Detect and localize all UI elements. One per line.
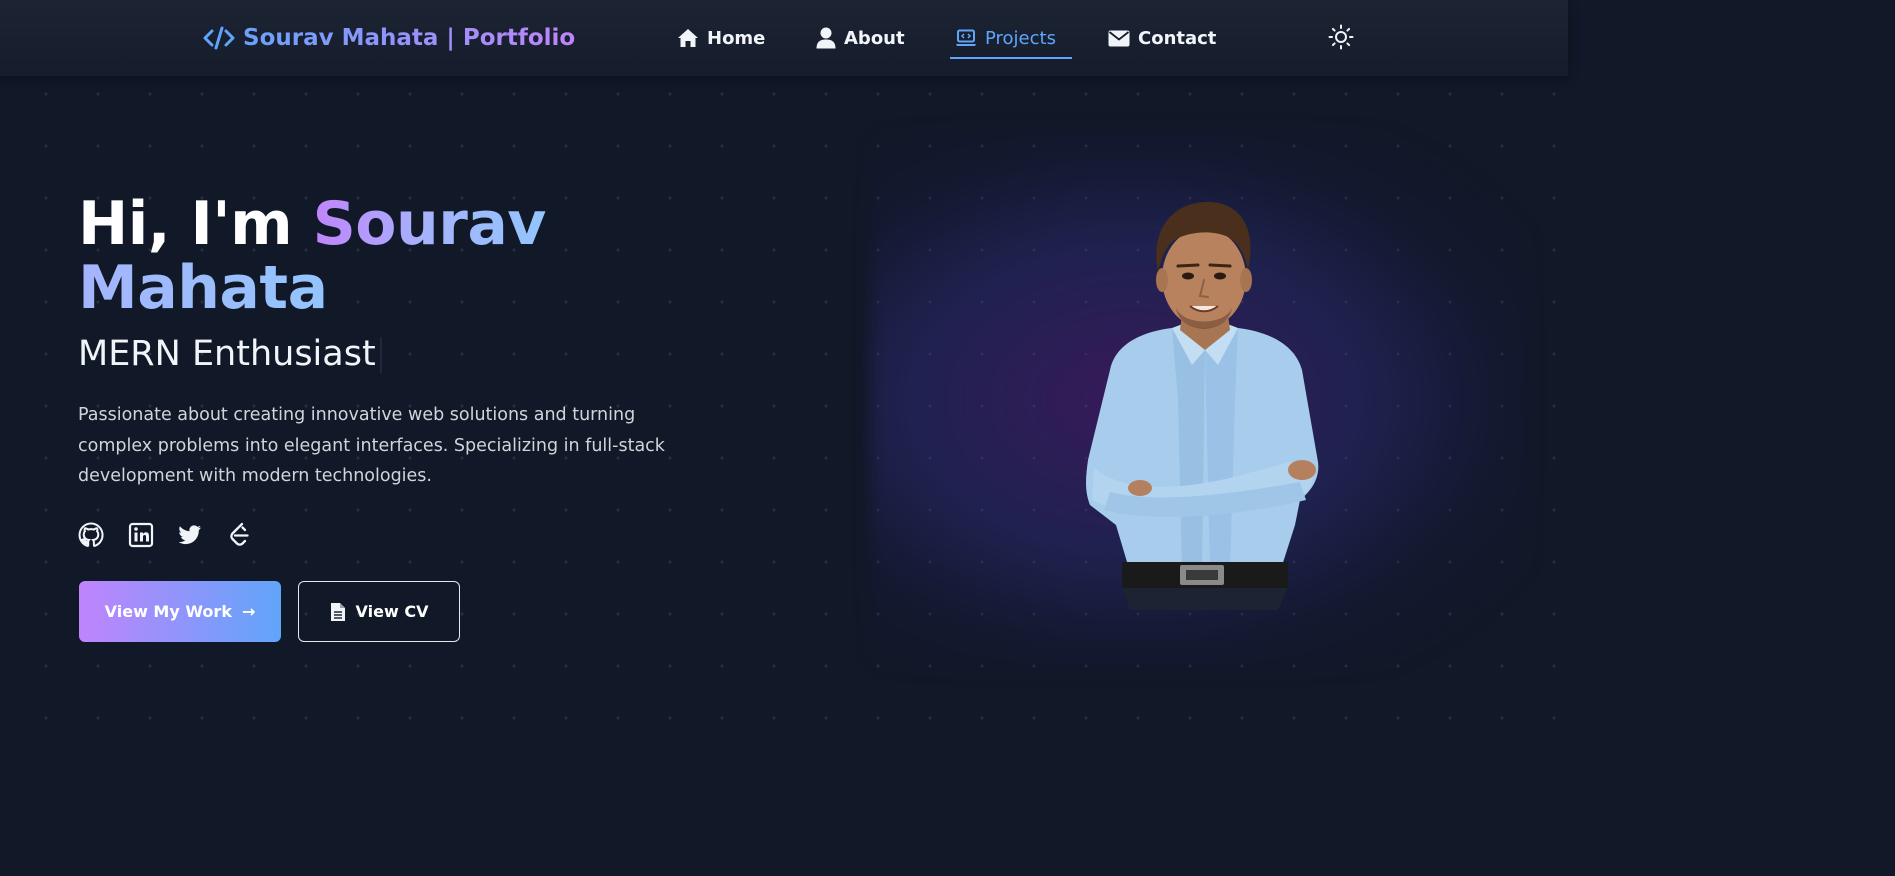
view-my-work-label: View My Work bbox=[104, 602, 232, 621]
github-link[interactable] bbox=[78, 522, 104, 548]
nav-label-home: Home bbox=[707, 27, 766, 49]
top-navbar: Sourav Mahata | Portfolio Home About Pro… bbox=[0, 0, 1568, 76]
hero-description: Passionate about creating innovative web… bbox=[78, 405, 665, 486]
brand-text: Sourav Mahata | Portfolio bbox=[243, 25, 576, 51]
twitter-icon bbox=[178, 525, 201, 545]
github-icon bbox=[78, 522, 104, 547]
code-icon bbox=[203, 26, 235, 50]
sun-icon bbox=[1328, 24, 1354, 50]
nav-item-home[interactable]: Home bbox=[677, 22, 765, 54]
view-cv-label: View CV bbox=[355, 602, 429, 621]
view-my-work-button[interactable]: View My Work → bbox=[79, 581, 281, 642]
hero-greeting: Hi, I'm bbox=[78, 189, 313, 259]
nav-label-contact: Contact bbox=[1138, 27, 1217, 49]
user-icon bbox=[816, 27, 836, 49]
nav-label-about: About bbox=[844, 27, 905, 49]
leetcode-icon bbox=[230, 522, 249, 546]
theme-toggle-button[interactable] bbox=[1328, 24, 1354, 50]
home-icon bbox=[678, 29, 698, 47]
file-icon bbox=[330, 602, 345, 621]
nav-item-contact[interactable]: Contact bbox=[1108, 22, 1216, 54]
view-cv-button[interactable]: View CV bbox=[298, 581, 460, 642]
linkedin-icon bbox=[128, 522, 154, 548]
nav-label-projects: Projects bbox=[985, 27, 1056, 49]
leetcode-link[interactable] bbox=[227, 522, 253, 548]
hero-first-name: Sourav bbox=[312, 189, 547, 259]
nav-item-projects[interactable]: Projects bbox=[955, 22, 1056, 54]
linkedin-link[interactable] bbox=[128, 522, 154, 548]
arrow-right-icon: → bbox=[241, 602, 256, 621]
brand-logo[interactable]: Sourav Mahata | Portfolio bbox=[203, 22, 575, 54]
role-text: MERN Enthusiast bbox=[78, 334, 376, 374]
envelope-icon bbox=[1108, 30, 1130, 46]
hero-last-name: Mahata bbox=[78, 253, 328, 323]
profile-portrait bbox=[1086, 201, 1319, 610]
typing-cursor bbox=[379, 337, 382, 373]
twitter-link[interactable] bbox=[177, 522, 203, 548]
hero-role: MERN Enthusiast bbox=[78, 334, 382, 374]
laptop-code-icon bbox=[956, 29, 976, 46]
hero-heading: Hi, I'm Sourav Mahata bbox=[78, 192, 698, 320]
nav-item-about[interactable]: About bbox=[816, 22, 905, 54]
active-tab-underline bbox=[950, 57, 1072, 59]
